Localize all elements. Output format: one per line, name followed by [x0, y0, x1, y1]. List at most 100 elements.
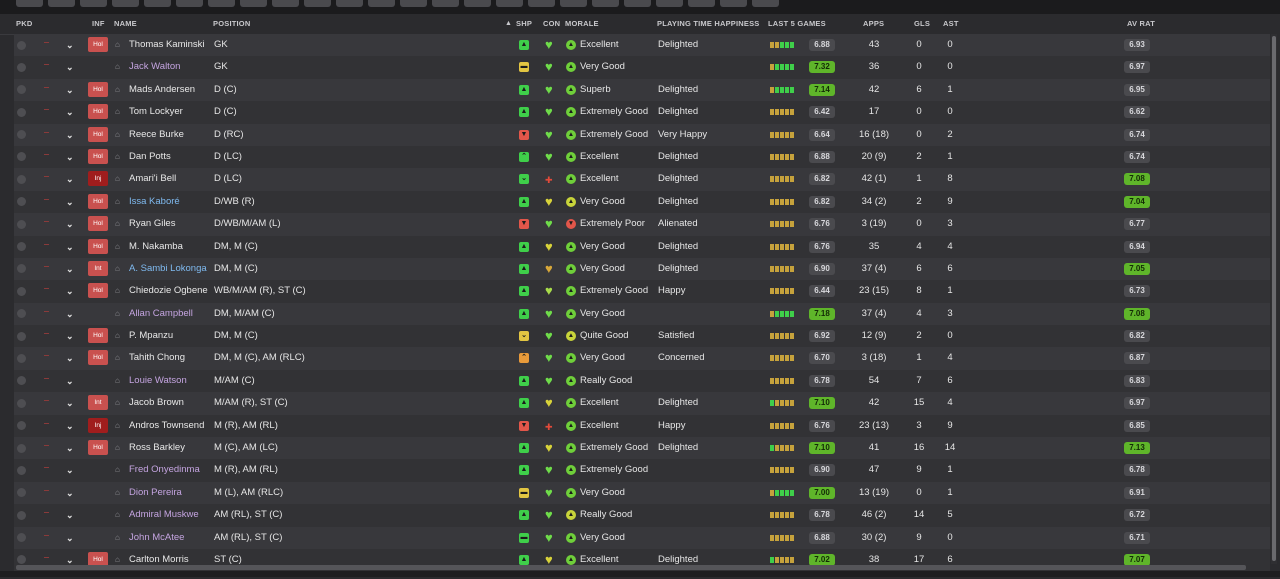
player-name[interactable]: John McAtee — [129, 527, 184, 549]
player-name[interactable]: Louie Watson — [129, 370, 187, 392]
player-name[interactable]: Admiral Muskwe — [129, 504, 199, 526]
player-name[interactable]: Amari'i Bell — [129, 168, 176, 190]
pick-checkbox[interactable] — [17, 465, 26, 475]
row-menu-chevron-icon[interactable]: ⌄ — [66, 303, 74, 325]
table-row[interactable]: ⌄ Hol ⌂ Tom Lockyer D (C) ▲ ♥ ▲ Extremely Good De… — [14, 101, 1270, 124]
player-name[interactable]: Ross Barkley — [129, 437, 185, 459]
player-name[interactable]: Issa Kaboré — [129, 191, 180, 213]
row-menu-chevron-icon[interactable]: ⌄ — [66, 504, 74, 526]
player-name[interactable]: Andros Townsend — [129, 415, 204, 437]
table-row[interactable]: ⌄ Hol ⌂ P. Mpanzu DM, M (C) ⌄ ♥ ▲ Quite Good Sati… — [14, 325, 1270, 348]
row-menu-chevron-icon[interactable]: ⌄ — [66, 146, 74, 168]
player-name[interactable]: M. Nakamba — [129, 236, 183, 258]
header-apps[interactable]: APPS — [863, 19, 884, 28]
header-last5[interactable]: LAST 5 GAMES — [768, 19, 826, 28]
table-row[interactable]: ⌄ Hol ⌂ M. Nakamba DM, M (C) ▲ ♥ ▲ Very Good Deli… — [14, 235, 1270, 258]
table-row[interactable]: ⌄ Int ⌂ Jacob Brown M/AM (R), ST (C) ▲ ♥ ▲ Excel… — [14, 392, 1270, 415]
player-name[interactable]: Dan Potts — [129, 146, 171, 168]
player-name[interactable]: Jacob Brown — [129, 392, 184, 414]
player-name[interactable]: Chiedozie Ogbene — [129, 280, 208, 302]
pick-checkbox[interactable] — [17, 174, 26, 184]
top-tab[interactable] — [720, 0, 747, 7]
pick-checkbox[interactable] — [17, 264, 26, 274]
top-tab[interactable] — [368, 0, 395, 7]
horizontal-scrollbar[interactable] — [16, 565, 1246, 570]
pick-checkbox[interactable] — [17, 443, 26, 453]
top-tab[interactable] — [80, 0, 107, 7]
pick-checkbox[interactable] — [17, 197, 26, 207]
top-tab[interactable] — [656, 0, 683, 7]
pick-checkbox[interactable] — [17, 152, 26, 162]
row-menu-chevron-icon[interactable]: ⌄ — [66, 347, 74, 369]
player-name[interactable]: Dion Pereira — [129, 482, 182, 504]
pick-checkbox[interactable] — [17, 488, 26, 498]
top-tab[interactable] — [272, 0, 299, 7]
row-menu-chevron-icon[interactable]: ⌄ — [66, 168, 74, 190]
table-row[interactable]: ⌄ ⌂ Jack Walton GK ▬ ♥ ▲ Very Good 7.32 36 0 0 6.97 — [14, 56, 1270, 79]
row-menu-chevron-icon[interactable]: ⌄ — [66, 124, 74, 146]
table-row[interactable]: ⌄ Hol ⌂ Ross Barkley M (C), AM (LC) ▲ ♥ ▲ Extrem… — [14, 437, 1270, 460]
pick-checkbox[interactable] — [17, 353, 26, 363]
row-menu-chevron-icon[interactable]: ⌄ — [66, 79, 74, 101]
header-con[interactable]: CON — [543, 19, 560, 28]
top-tab[interactable] — [208, 0, 235, 7]
pick-checkbox[interactable] — [17, 533, 26, 543]
pick-checkbox[interactable] — [17, 130, 26, 140]
top-tab[interactable] — [528, 0, 555, 7]
row-menu-chevron-icon[interactable]: ⌄ — [66, 392, 74, 414]
top-tab[interactable] — [240, 0, 267, 7]
row-menu-chevron-icon[interactable]: ⌄ — [66, 101, 74, 123]
table-row[interactable]: ⌄ ⌂ Admiral Muskwe AM (RL), ST (C) ▲ ♥ ▲ Really… — [14, 504, 1270, 527]
table-row[interactable]: ⌄ ⌂ John McAtee AM (RL), ST (C) ▬ ♥ ▲ Very Good… — [14, 526, 1270, 549]
pick-checkbox[interactable] — [17, 421, 26, 431]
row-menu-chevron-icon[interactable]: ⌄ — [66, 527, 74, 549]
row-menu-chevron-icon[interactable]: ⌄ — [66, 56, 74, 78]
top-tab[interactable] — [48, 0, 75, 7]
player-name[interactable]: Mads Andersen — [129, 79, 195, 101]
top-tab[interactable] — [144, 0, 171, 7]
top-tab[interactable] — [688, 0, 715, 7]
player-name[interactable]: Tahith Chong — [129, 347, 185, 369]
top-tab[interactable] — [432, 0, 459, 7]
header-position[interactable]: POSITION — [213, 19, 250, 28]
row-menu-chevron-icon[interactable]: ⌄ — [66, 236, 74, 258]
header-name[interactable]: NAME — [114, 19, 137, 28]
row-menu-chevron-icon[interactable]: ⌄ — [66, 213, 74, 235]
row-menu-chevron-icon[interactable]: ⌄ — [66, 415, 74, 437]
player-name[interactable]: Ryan Giles — [129, 213, 175, 235]
table-row[interactable]: ⌄ Inj ⌂ Amari'i Bell D (LC) ⌄ ✚ ▲ Excellent Delig… — [14, 168, 1270, 191]
pick-checkbox[interactable] — [17, 242, 26, 252]
table-row[interactable]: ⌄ Hol ⌂ Mads Andersen D (C) ▲ ♥ ▲ Superb Delighte… — [14, 78, 1270, 102]
top-tab[interactable] — [624, 0, 651, 7]
row-menu-chevron-icon[interactable]: ⌄ — [66, 280, 74, 302]
top-tab[interactable] — [464, 0, 491, 7]
row-menu-chevron-icon[interactable]: ⌄ — [66, 459, 74, 481]
table-row[interactable]: ⌄ Hol ⌂ Chiedozie Ogbene WB/M/AM (R), ST (C)… — [14, 280, 1270, 303]
pick-checkbox[interactable] — [17, 219, 26, 229]
player-name[interactable]: Reece Burke — [129, 124, 184, 146]
row-menu-chevron-icon[interactable]: ⌄ — [66, 258, 74, 280]
player-name[interactable]: Thomas Kaminski — [129, 34, 205, 56]
table-row[interactable]: ⌄ ⌂ Allan Campbell DM, M/AM (C) ▲ ♥ ▲ Very Good… — [14, 302, 1270, 326]
pick-checkbox[interactable] — [17, 309, 26, 319]
pick-checkbox[interactable] — [17, 62, 26, 72]
top-tab[interactable] — [496, 0, 523, 7]
table-row[interactable]: ⌄ Int ⌂ A. Sambi Lokonga DM, M (C) ▲ ♥ ▲ Very Go… — [14, 257, 1270, 281]
table-row[interactable]: ⌄ ⌂ Louie Watson M/AM (C) ▲ ♥ ▲ Really Good 6.78… — [14, 369, 1270, 393]
pick-checkbox[interactable] — [17, 376, 26, 386]
pick-checkbox[interactable] — [17, 331, 26, 341]
row-menu-chevron-icon[interactable]: ⌄ — [66, 34, 74, 56]
pick-checkbox[interactable] — [17, 555, 26, 565]
pick-checkbox[interactable] — [17, 510, 26, 520]
player-name[interactable]: Tom Lockyer — [129, 101, 183, 123]
table-row[interactable]: ⌄ Inj ⌂ Andros Townsend M (R), AM (RL) ▼ ✚ ▲ Exc… — [14, 414, 1270, 438]
top-tab[interactable] — [304, 0, 331, 7]
header-playing-time[interactable]: PLAYING TIME HAPPINESS — [657, 19, 759, 28]
player-name[interactable]: Jack Walton — [129, 56, 180, 78]
table-row[interactable]: ⌄ Hol ⌂ Thomas Kaminski GK ▲ ♥ ▲ Excellent Deligh… — [14, 34, 1270, 57]
header-av-rat[interactable]: AV RAT — [1127, 19, 1155, 28]
table-row[interactable]: ⌄ ⌂ Fred Onyedinma M (R), AM (RL) ▲ ♥ ▲ Extreme… — [14, 459, 1270, 482]
header-shp[interactable]: SHP — [516, 19, 532, 28]
row-menu-chevron-icon[interactable]: ⌄ — [66, 482, 74, 504]
top-tab[interactable] — [592, 0, 619, 7]
